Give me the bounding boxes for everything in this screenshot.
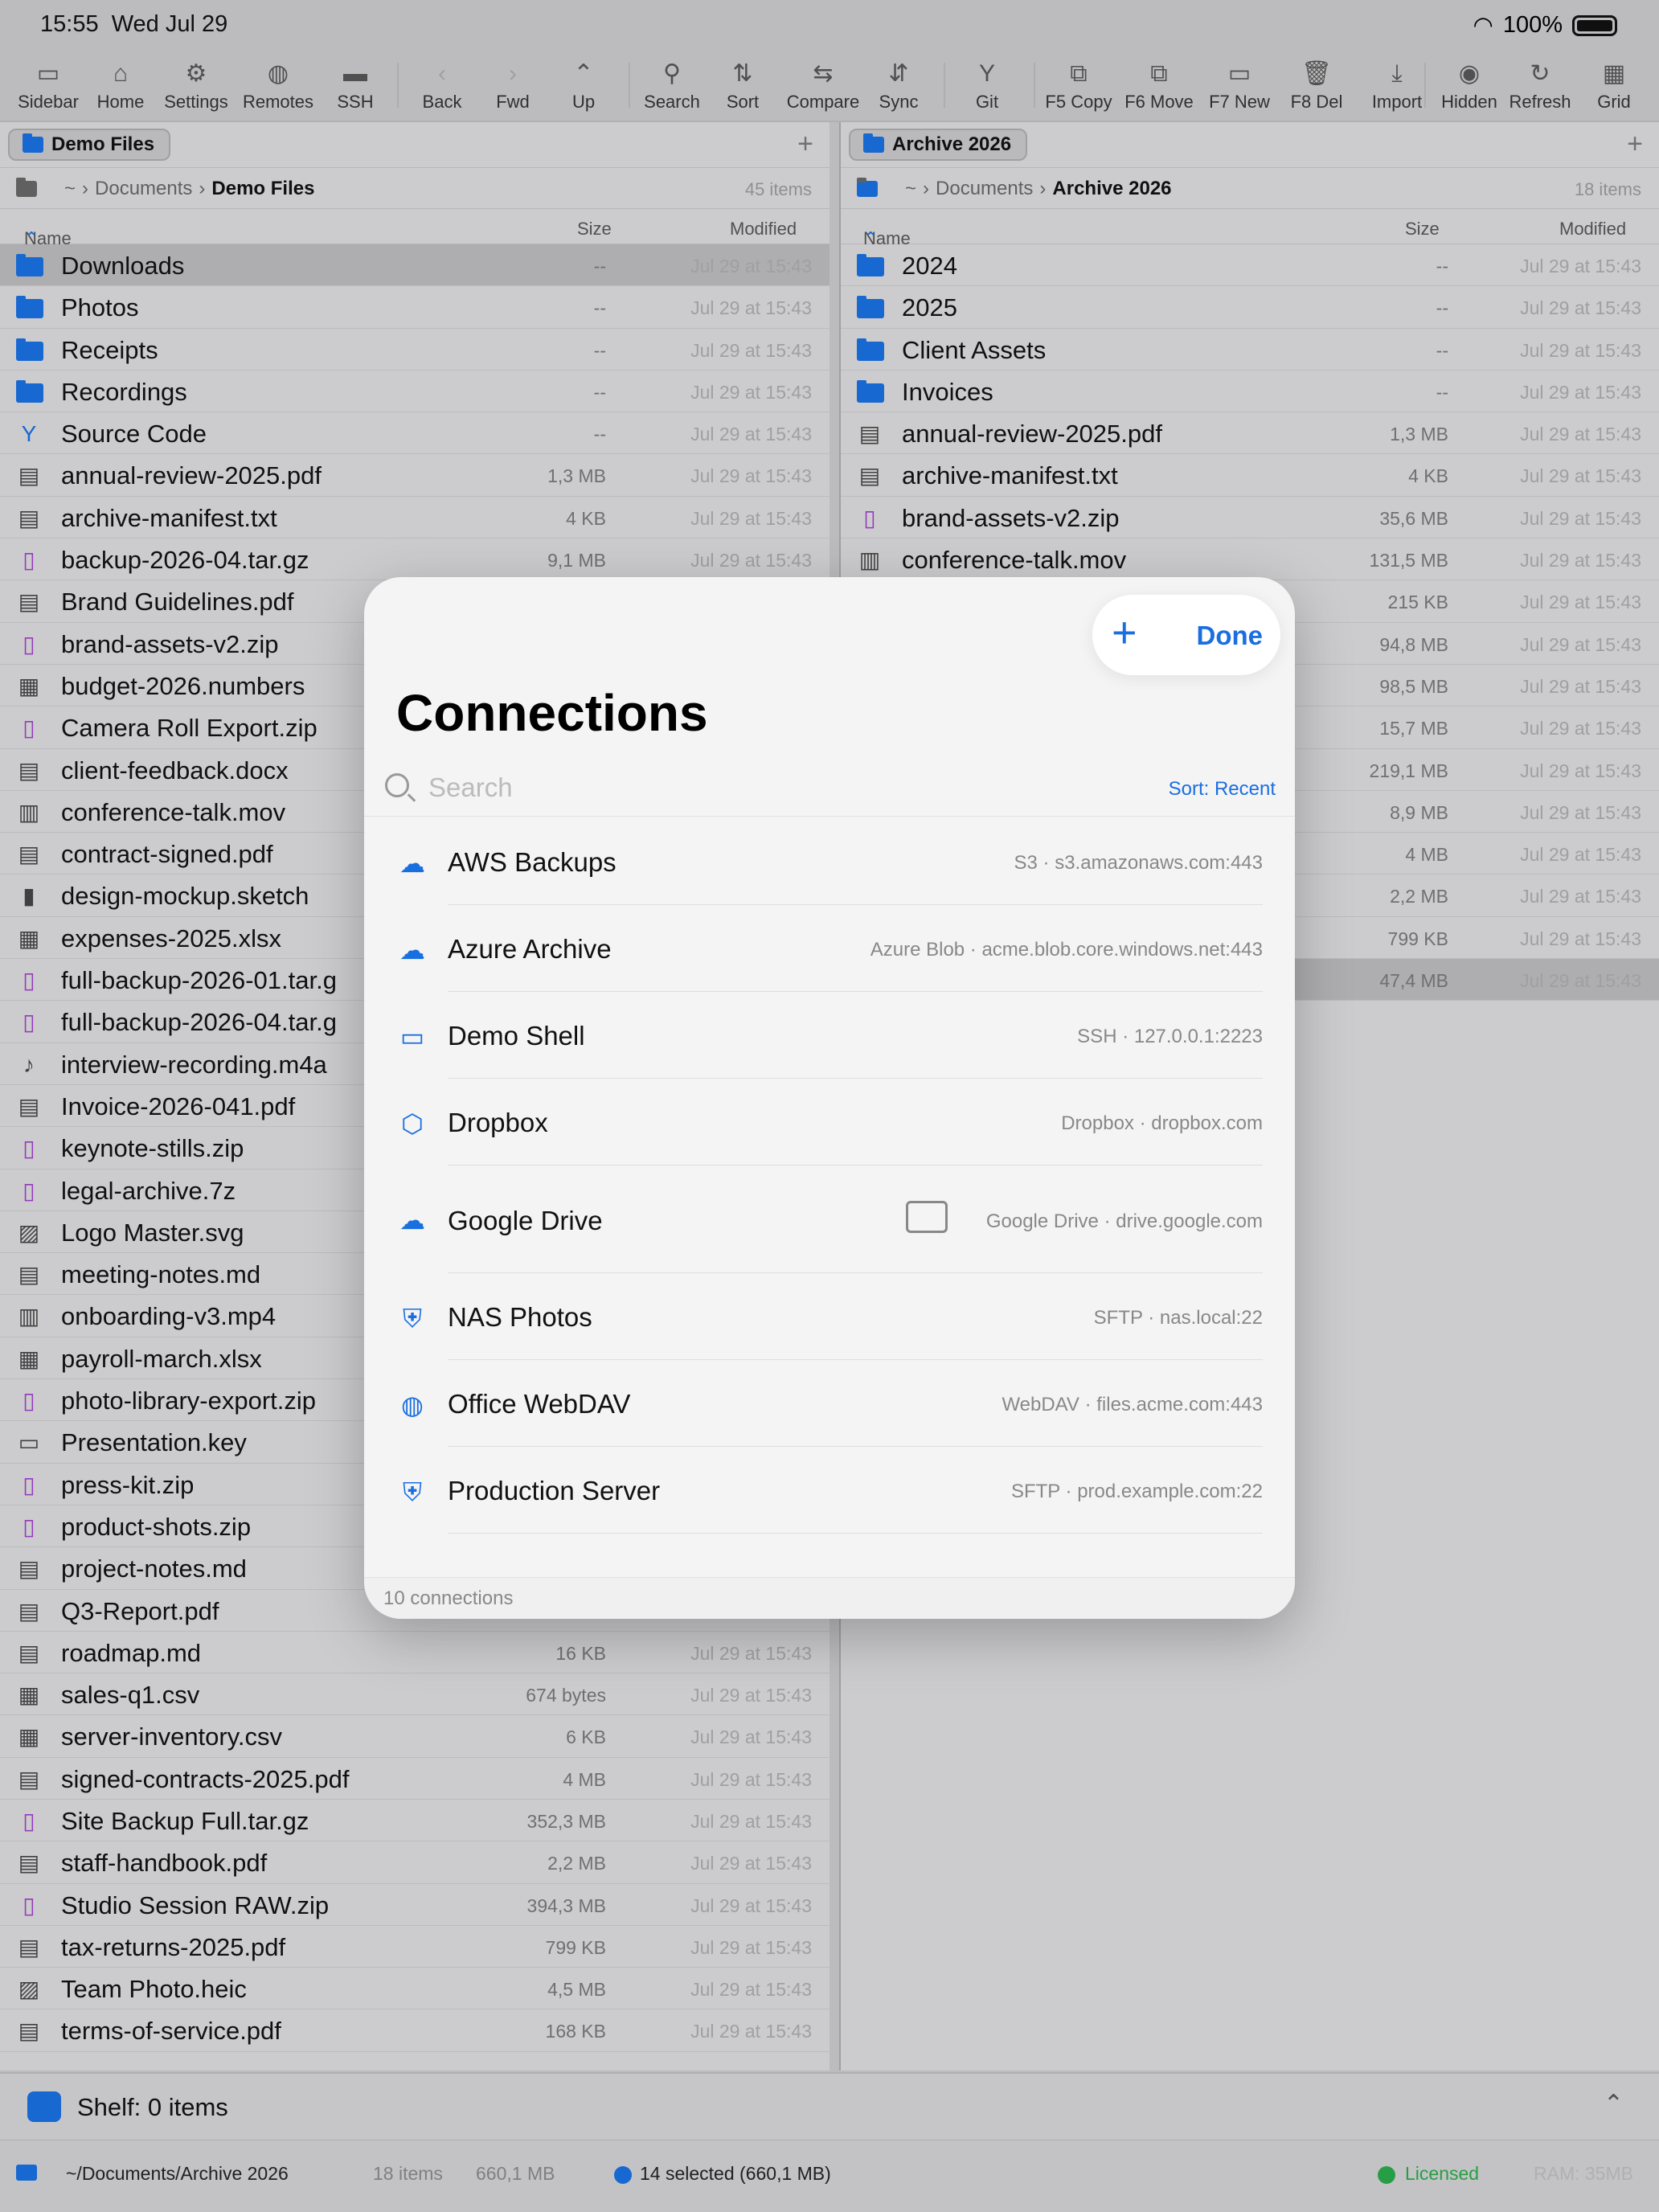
shield-lock-icon: ⛨ xyxy=(402,1477,422,1506)
search-bar: Sort: Recent xyxy=(364,759,1295,817)
connection-detail: SFTP · prod.example.com:22 xyxy=(1010,1481,1263,1502)
terminal-icon: ▭ xyxy=(399,1022,425,1051)
cloud-icon: ☁ xyxy=(399,849,425,878)
sort-button[interactable]: Sort: Recent xyxy=(1169,778,1276,801)
connection-name: AWS Backups xyxy=(448,847,616,877)
connection-detail: WebDAV · files.acme.com:443 xyxy=(1002,1394,1263,1415)
drive-icon: ☁ xyxy=(399,1206,425,1235)
connection-name: Azure Archive xyxy=(448,934,612,964)
done-button[interactable]: Done xyxy=(1197,621,1264,651)
connection-row[interactable]: ☁ Azure Archive Azure Blob · acme.blob.cor… xyxy=(364,905,1295,992)
connection-row[interactable]: ▭ Demo Shell SSH · 127.0.0.1:2223 xyxy=(364,992,1295,1079)
box-icon: ⬡ xyxy=(401,1109,424,1138)
sheet-actions: + Done xyxy=(1092,595,1280,675)
connection-row[interactable]: ⛨ NAS Photos SFTP · nas.local:22 xyxy=(364,1273,1295,1360)
connection-detail: Dropbox · dropbox.com xyxy=(1061,1112,1263,1134)
connection-row[interactable]: ⬡ Dropbox Dropbox · dropbox.com xyxy=(364,1079,1295,1165)
connection-row[interactable]: ☁ Google Drive Google Drive · drive.google… xyxy=(364,1165,1295,1273)
connection-name: Production Server xyxy=(448,1476,661,1505)
connection-detail: Google Drive · drive.google.com xyxy=(985,1210,1263,1232)
connections-sheet: + Done Connections Sort: Recent ☁ AWS Bac… xyxy=(364,577,1295,1619)
connection-name: Dropbox xyxy=(448,1108,548,1137)
shield-lock-icon: ⛨ xyxy=(402,1304,422,1333)
connection-row[interactable]: ⛨ Production Server SFTP · prod.example.co… xyxy=(364,1447,1295,1534)
sheet-footer: 10 connections xyxy=(364,1577,1295,1619)
connection-row[interactable]: ☁ AWS Backups S3 · s3.amazonaws.com:443 xyxy=(364,818,1295,905)
divider xyxy=(448,1533,1263,1534)
connection-detail: SFTP · nas.local:22 xyxy=(1093,1307,1263,1329)
connection-name: NAS Photos xyxy=(448,1302,592,1332)
connection-detail: Azure Blob · acme.blob.core.windows.net:… xyxy=(870,939,1263,961)
connection-detail: SSH · 127.0.0.1:2223 xyxy=(1077,1026,1263,1047)
connection-count: 10 connections xyxy=(383,1587,514,1609)
connection-name: Office WebDAV xyxy=(448,1389,631,1419)
cloud-filled-icon: ☁ xyxy=(399,936,425,965)
connection-name: Google Drive xyxy=(448,1206,603,1235)
sheet-title: Connections xyxy=(396,684,708,742)
connection-detail: S3 · s3.amazonaws.com:443 xyxy=(1014,852,1263,874)
new-folder-icon[interactable] xyxy=(906,1201,948,1233)
search-icon xyxy=(385,773,409,797)
add-connection-button[interactable]: + xyxy=(1112,606,1137,659)
connection-name: Demo Shell xyxy=(448,1021,585,1051)
connection-row[interactable]: ◍ Office WebDAV WebDAV · files.acme.com:44… xyxy=(364,1360,1295,1447)
search-input[interactable] xyxy=(428,768,991,807)
globe-icon: ◍ xyxy=(401,1391,424,1419)
